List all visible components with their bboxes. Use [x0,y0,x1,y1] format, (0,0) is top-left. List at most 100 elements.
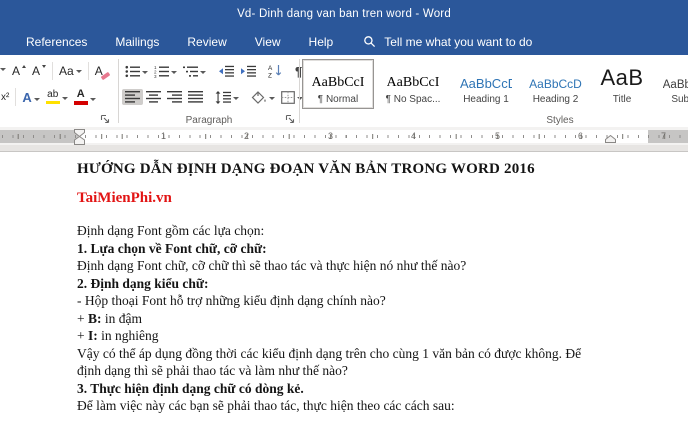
doc-line[interactable]: 1. Lựa chọn về Font chữ, cỡ chữ: [77,240,652,258]
dropdown-arrow-icon [89,97,96,101]
window-title: Vd- Dinh dang van ban tren word - Word [237,8,451,20]
font-dialog-launcher[interactable] [100,114,111,125]
doc-line[interactable]: định dạng thì sẽ phải thao tác và làm nh… [77,362,652,380]
style-heading-2[interactable]: AaBbCcD Heading 2 [521,59,590,109]
align-center-button[interactable] [143,89,164,105]
dropdown-arrow-icon [75,70,82,73]
ruler[interactable]: 1 2 3 4 5 6 7 [0,127,688,145]
clear-formatting-icon: A [94,64,103,78]
doc-line[interactable]: + I: in nghiêng [77,327,652,345]
doc-line[interactable]: 3. Thực hiện định dạng chữ có dòng kẻ. [77,380,652,398]
multilevel-list-icon [183,66,198,77]
font-size-dropdown-arrow-icon[interactable] [0,66,9,77]
tab-mailings[interactable]: Mailings [101,28,173,55]
dropdown-arrow-icon [200,70,206,74]
style-preview: AaBbCcD [529,77,582,91]
word-window: Vd- Dinh dang van ban tren word - Word t… [0,0,688,424]
justify-button[interactable] [185,89,206,105]
svg-text:Z: Z [268,73,272,79]
document-content: HƯỚNG DẪN ĐỊNH DẠNG ĐOẠN VĂN BẢN TRONG W… [0,152,688,415]
font-group-label: Font [0,115,18,126]
dropdown-arrow-icon [233,96,239,100]
title-bar: Vd- Dinh dang van ban tren word - Word [0,0,688,28]
sort-button[interactable]: A Z [265,62,286,80]
style-title[interactable]: AaB Title [591,59,653,109]
doc-line[interactable]: - Hộp thoại Font hỗ trợ những kiểu định … [77,292,652,310]
shrink-font-button[interactable]: A [29,63,49,79]
right-indent-marker[interactable] [605,135,616,143]
doc-line[interactable]: Định dạng Font chữ, cỡ chữ thì sẽ thao t… [77,257,652,275]
align-left-button[interactable] [122,89,143,105]
style-label: Title [612,94,632,105]
sort-icon: A Z [268,65,282,79]
styles-group-label: Styles [546,115,574,126]
dropdown-arrow-icon [61,97,68,101]
doc-line[interactable]: 2. Định dạng kiểu chữ: [77,275,652,293]
grow-font-button[interactable]: A [9,63,29,79]
style-label: Subtitle [671,94,688,105]
tab-partial-left[interactable]: t [0,28,12,55]
bullet-list-icon [125,65,140,77]
document-page[interactable]: HƯỚNG DẪN ĐỊNH DẠNG ĐOẠN VĂN BẢN TRONG W… [0,151,688,424]
decrease-indent-button[interactable] [215,63,237,80]
doc-line[interactable]: Định dạng Font gồm các lựa chọn: [77,222,652,240]
bullets-button[interactable] [122,63,151,80]
document-area: HƯỚNG DẪN ĐỊNH DẠNG ĐOẠN VĂN BẢN TRONG W… [0,145,688,424]
tab-view[interactable]: View [241,28,295,55]
doc-line[interactable]: Để làm việc này các bạn sẽ phải thao tác… [77,397,652,415]
change-case-button[interactable]: Aa [56,63,85,79]
dropdown-arrow-icon [171,70,177,74]
justify-icon [188,91,203,103]
style-no-spacing[interactable]: AaBbCcI ¶ No Spac... [375,59,451,109]
style-normal[interactable]: AaBbCcI ¶ Normal [302,59,374,109]
style-preview: AaBbCcD [460,76,512,91]
clear-formatting-button[interactable]: A [92,62,106,80]
align-left-icon [125,91,140,103]
dropdown-arrow-icon [33,97,40,101]
align-right-icon [167,91,182,103]
svg-text:A: A [268,65,273,72]
superscript-button[interactable]: x² [0,90,12,105]
style-heading-1[interactable]: AaBbCcD Heading 1 [452,59,520,109]
caret-up-icon [22,65,27,68]
increase-indent-button[interactable] [237,63,259,80]
tab-references[interactable]: References [12,28,101,55]
styles-gallery: AaBbCcI ¶ Normal AaBbCcI ¶ No Spac... Aa… [302,59,688,109]
paragraph-group: 1 2 3 A Z Paragraph [120,55,303,127]
styles-group: AaBbCcI ¶ Normal AaBbCcI ¶ No Spac... Aa… [300,55,688,127]
multilevel-list-button[interactable] [180,63,209,80]
style-preview: AaBbCcI [311,75,365,90]
doc-heading[interactable]: HƯỚNG DẪN ĐỊNH DẠNG ĐOẠN VĂN BẢN TRONG W… [77,161,652,179]
text-effects-button[interactable]: A [19,88,42,107]
doc-line[interactable]: Vậy có thể áp dụng đồng thời các kiểu đị… [77,345,652,363]
search-icon [364,36,376,48]
caret-down-icon [42,65,47,68]
numbered-list-icon: 1 2 3 [154,65,169,78]
left-indent-marker[interactable] [74,136,85,145]
font-color-button[interactable]: A [71,87,99,107]
tab-help[interactable]: Help [295,28,348,55]
decrease-indent-icon [219,65,234,77]
tell-me-box[interactable]: Tell me what you want to do [363,35,532,49]
doc-line[interactable]: + B: in đậm [77,310,652,328]
line-spacing-button[interactable] [212,89,242,106]
doc-brand-line[interactable]: TaiMienPhi.vn [77,190,652,208]
paragraph-group-label: Paragraph [185,115,233,126]
paint-bucket-icon [251,90,266,104]
text-highlight-button[interactable]: ab [43,88,71,107]
shading-button[interactable] [248,89,278,106]
line-spacing-icon [215,90,231,104]
increase-indent-icon [241,65,256,77]
dropdown-arrow-icon [142,70,148,74]
align-center-icon [146,91,161,103]
ruler-band: 1 2 3 4 5 6 7 [0,130,688,143]
tell-me-label: Tell me what you want to do [384,34,533,49]
text-effects-icon: A [22,89,32,105]
style-label: ¶ No Spac... [385,94,441,105]
tab-review[interactable]: Review [173,28,240,55]
numbering-button[interactable]: 1 2 3 [151,63,180,80]
style-subtitle[interactable]: AaBbCcD Subtitle [654,59,688,109]
highlight-icon: ab [45,89,60,105]
paragraph-dialog-launcher[interactable] [285,114,296,125]
align-right-button[interactable] [164,89,185,105]
